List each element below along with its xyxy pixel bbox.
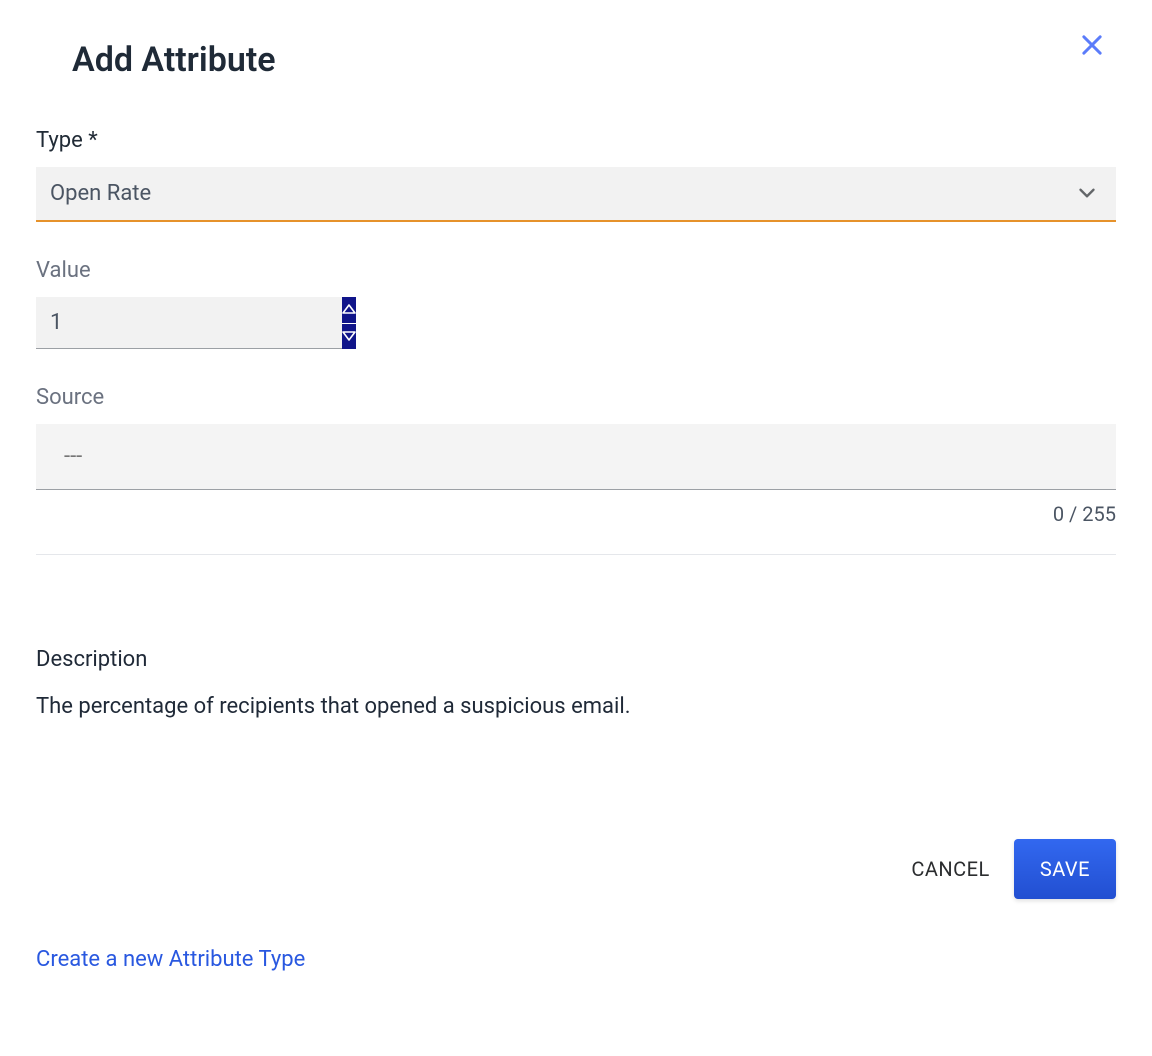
- create-attribute-type-link[interactable]: Create a new Attribute Type: [36, 947, 305, 972]
- type-field-group: Type * Open Rate: [36, 128, 1116, 222]
- source-input[interactable]: [36, 424, 1116, 490]
- value-decrement-button[interactable]: [342, 324, 356, 350]
- value-increment-button[interactable]: [342, 297, 356, 323]
- save-button[interactable]: SAVE: [1014, 839, 1116, 899]
- value-label: Value: [36, 258, 1116, 283]
- source-char-count: 0 / 255: [36, 502, 1116, 526]
- value-spinner: [342, 297, 356, 349]
- description-text: The percentage of recipients that opened…: [36, 692, 1116, 723]
- dialog-title: Add Attribute: [72, 40, 276, 80]
- description-label: Description: [36, 647, 1116, 672]
- type-select[interactable]: Open Rate: [36, 167, 1116, 222]
- value-field-group: Value: [36, 258, 1116, 349]
- source-label: Source: [36, 385, 1116, 410]
- value-stepper: [36, 297, 348, 349]
- source-field-group: Source 0 / 255: [36, 385, 1116, 526]
- triangle-up-icon: [342, 302, 356, 317]
- dialog-header: Add Attribute: [36, 40, 1116, 80]
- type-label: Type *: [36, 128, 1116, 153]
- type-select-wrap: Open Rate: [36, 167, 1116, 222]
- divider: [36, 554, 1116, 555]
- close-button[interactable]: [1074, 28, 1110, 64]
- close-icon: [1078, 31, 1106, 62]
- value-input[interactable]: [36, 297, 342, 349]
- dialog-actions: CANCEL SAVE: [36, 839, 1116, 899]
- triangle-down-icon: [342, 329, 356, 344]
- add-attribute-dialog: Add Attribute Type * Open Rate Value: [0, 0, 1152, 1012]
- cancel-button[interactable]: CANCEL: [907, 845, 994, 893]
